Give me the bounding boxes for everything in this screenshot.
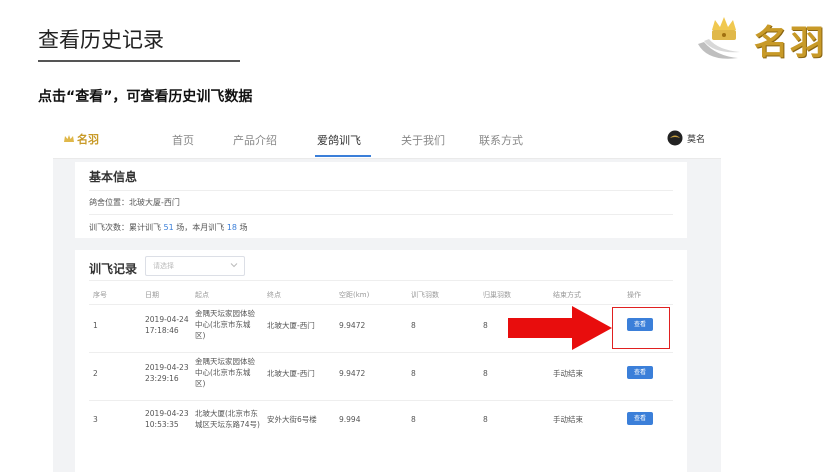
top-navbar: 名羽 首页 产品介绍 爱鸽训飞 关于我们 联系方式 莫名 (53, 120, 721, 159)
col-header-no: 序号 (93, 291, 107, 299)
col-header-action: 操作 (627, 291, 641, 299)
brand-logo: 名羽 (694, 14, 826, 64)
cell-time: 17:18:46 (145, 326, 179, 335)
cell-no: 3 (93, 415, 98, 424)
user-menu[interactable]: 莫名 (667, 130, 705, 146)
cell-end-mode: 手动结束 (553, 369, 583, 378)
cell-end: 北玻大厦-西门 (267, 321, 315, 330)
red-arrow-icon (508, 306, 612, 350)
nav-home[interactable]: 首页 (172, 132, 194, 148)
cell-start: 区) (195, 331, 206, 340)
col-header-distance: 空距(km) (339, 291, 370, 299)
slide-instruction: 点击“查看”，可查看历史训飞数据 (38, 89, 253, 105)
col-header-start: 起点 (195, 291, 209, 299)
cell-date: 2019-04-23 (145, 409, 189, 418)
total-count: 51 (163, 223, 174, 232)
crown-icon (64, 135, 74, 142)
app-screenshot: 名羽 首页 产品介绍 爱鸽训飞 关于我们 联系方式 莫名 基本信息 鸽舍位置：北… (53, 120, 721, 472)
cell-distance: 9.9472 (339, 321, 366, 330)
month-count: 18 (226, 223, 238, 232)
brand-wordmark: 名羽 (754, 22, 826, 63)
training-count: 训飞次数：累计训飞 51 场，本月训飞 18 场 (89, 223, 248, 232)
cell-start: 城区天坛东路74号) (195, 420, 260, 429)
cell-date: 2019-04-23 (145, 363, 189, 372)
cell-end: 安外大街6号楼 (267, 415, 317, 424)
cell-start: 中心(北京市东城 (195, 368, 251, 377)
cell-start: 区) (195, 379, 206, 388)
cell-start: 金隅天坛家园体验 (195, 309, 255, 318)
cell-distance: 9.9472 (339, 369, 366, 378)
nav-about[interactable]: 关于我们 (401, 132, 445, 148)
cell-no: 1 (93, 321, 98, 330)
records-title: 训飞记录 (89, 262, 138, 276)
col-header-birds: 训飞羽数 (411, 291, 439, 299)
cell-no: 2 (93, 369, 98, 378)
loft-location: 鸽舍位置：北玻大厦-西门 (89, 198, 180, 207)
cell-returned: 8 (483, 369, 488, 378)
crown-wing-icon (698, 17, 740, 59)
title-underline (38, 60, 240, 62)
active-nav-indicator (315, 155, 371, 157)
col-header-returned: 归巢羽数 (483, 291, 511, 299)
cell-birds: 8 (411, 415, 416, 424)
cell-end: 北玻大厦-西门 (267, 369, 315, 378)
view-button[interactable]: 查看 (627, 366, 653, 379)
training-records-card: 训飞记录 请选择 序号 日期 起点 终点 空距(km) 训飞羽数 归巢羽数 结束… (75, 250, 687, 472)
nav-training[interactable]: 爱鸽训飞 (317, 132, 361, 148)
user-name: 莫名 (686, 134, 705, 145)
select-placeholder: 请选择 (153, 262, 174, 270)
nav-contact[interactable]: 联系方式 (479, 132, 523, 148)
col-header-date: 日期 (145, 291, 159, 299)
basic-info-title: 基本信息 (89, 170, 138, 184)
avatar-icon (667, 130, 683, 146)
cell-returned: 8 (483, 321, 488, 330)
cell-start: 金隅天坛家园体验 (195, 357, 255, 366)
cell-start: 中心(北京市东城 (195, 320, 251, 329)
nav-products[interactable]: 产品介绍 (233, 132, 277, 148)
cell-birds: 8 (411, 369, 416, 378)
app-logo[interactable]: 名羽 (63, 131, 99, 147)
cell-start: 北玻大厦(北京市东 (195, 409, 258, 418)
basic-info-card: 基本信息 鸽舍位置：北玻大厦-西门 训飞次数：累计训飞 51 场，本月训飞 18… (75, 162, 687, 238)
record-filter-select[interactable]: 请选择 (145, 256, 245, 276)
col-header-end: 终点 (267, 291, 281, 299)
cell-end-mode: 手动结束 (553, 415, 583, 424)
cell-time: 23:29:16 (145, 374, 179, 383)
view-button[interactable]: 查看 (627, 412, 653, 425)
view-button-highlight (612, 307, 670, 349)
cell-date: 2019-04-24 (145, 315, 189, 324)
cell-returned: 8 (483, 415, 488, 424)
col-header-end-mode: 结束方式 (553, 291, 581, 299)
slide-title: 查看历史记录 (38, 28, 164, 52)
chevron-down-icon (230, 263, 238, 268)
cell-distance: 9.994 (339, 415, 361, 424)
cell-birds: 8 (411, 321, 416, 330)
cell-time: 10:53:35 (145, 420, 179, 429)
